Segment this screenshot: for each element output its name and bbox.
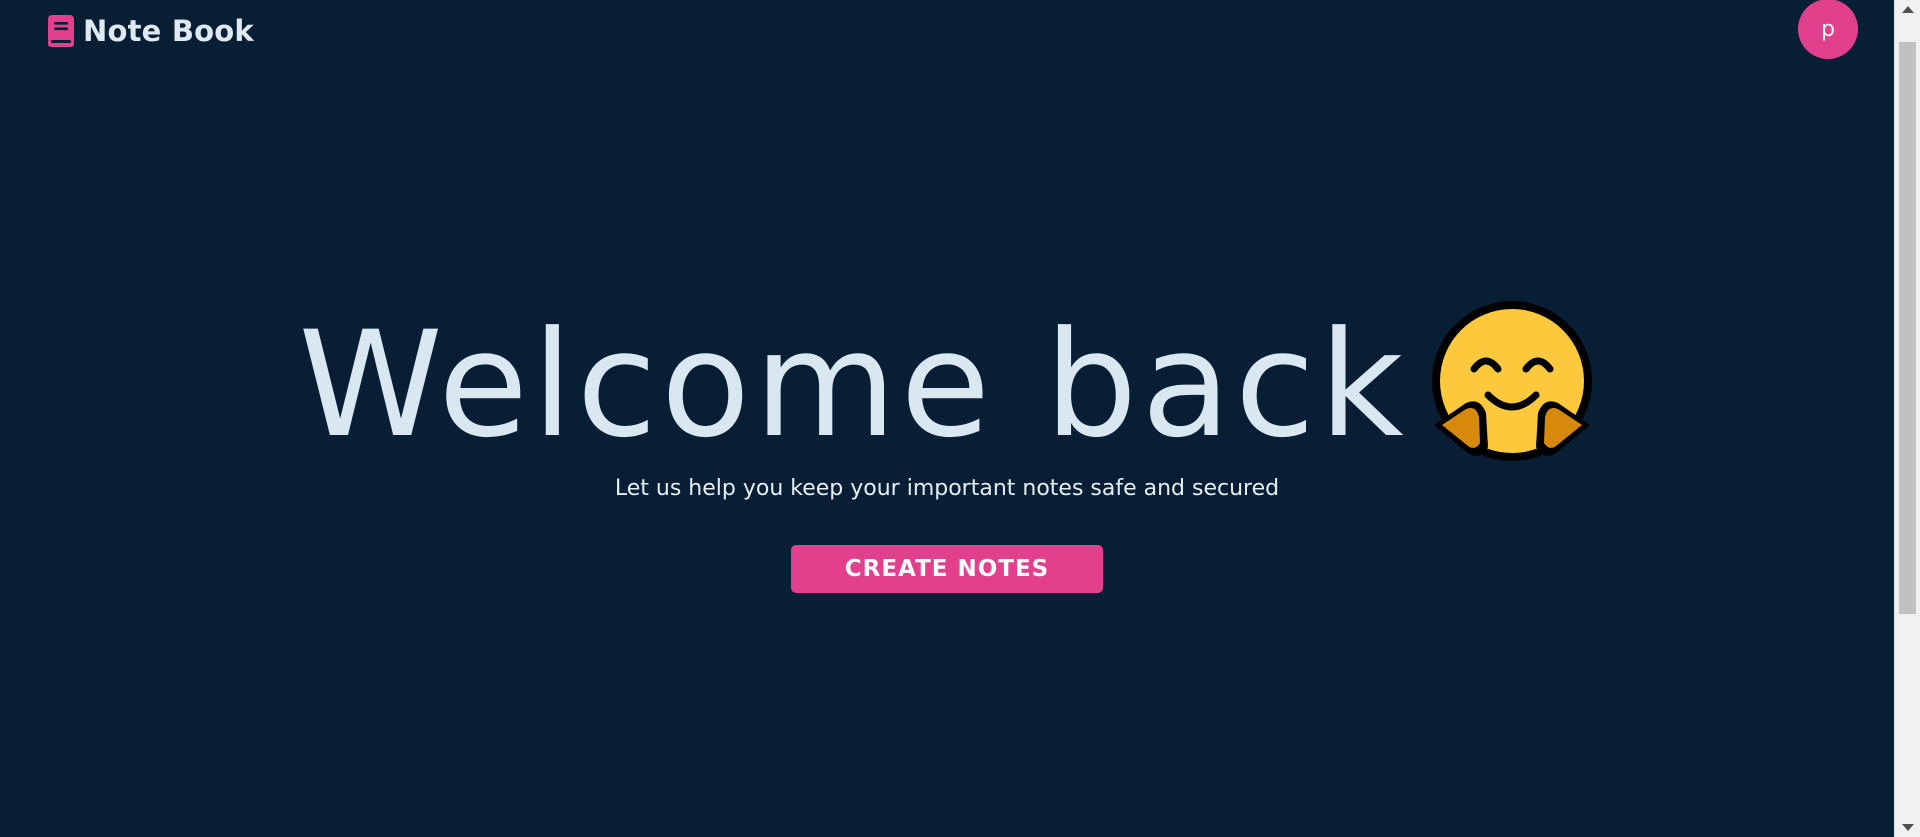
hugging-face-emoji-icon	[1431, 301, 1592, 461]
hero-section: Welcome back Let us help you keep your i…	[0, 300, 1894, 593]
book-icon	[48, 15, 74, 47]
brand-logo[interactable]: Note Book	[47, 14, 254, 48]
welcome-heading: Welcome back	[298, 300, 1408, 470]
scrollbar-thumb[interactable]	[1899, 42, 1916, 614]
user-avatar[interactable]: p	[1798, 0, 1858, 59]
brand-name: Note Book	[83, 14, 254, 48]
scroll-up-arrow-icon[interactable]	[1902, 6, 1914, 13]
avatar-initial: p	[1821, 16, 1835, 42]
scroll-down-arrow-icon[interactable]	[1902, 824, 1914, 831]
page: Note Book p Welcome back Let us help you…	[0, 0, 1920, 837]
tagline: Let us help you keep your important note…	[614, 476, 1280, 501]
vertical-scrollbar[interactable]	[1894, 0, 1920, 837]
create-notes-button[interactable]: CREATE NOTES	[791, 545, 1103, 593]
headline-row: Welcome back	[298, 300, 1595, 470]
